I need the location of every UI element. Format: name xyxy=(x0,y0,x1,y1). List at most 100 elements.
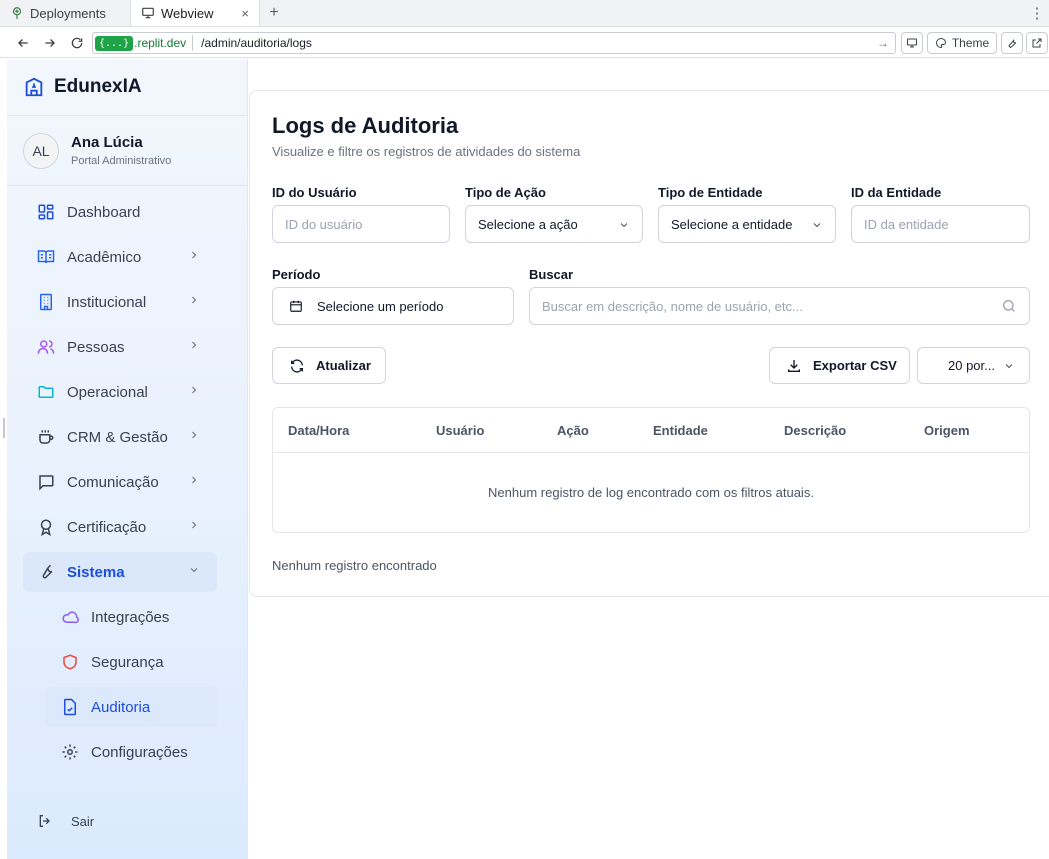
sidebar-item-label: Auditoria xyxy=(91,698,151,716)
external-link-icon xyxy=(1031,37,1043,49)
chevron-down-icon xyxy=(188,564,200,576)
export-csv-button[interactable]: Exportar CSV xyxy=(769,347,910,384)
devtools-button[interactable] xyxy=(901,32,923,54)
period-label: Período xyxy=(272,267,321,282)
action-type-value: Selecione a ação xyxy=(478,216,578,232)
chevron-down-icon xyxy=(1003,360,1015,372)
file-check-icon xyxy=(61,698,79,716)
reload-icon[interactable] xyxy=(63,28,90,58)
search-placeholder: Buscar em descrição, nome de usuário, et… xyxy=(542,298,803,314)
user-profile[interactable]: AL Ana Lúcia Portal Administrativo xyxy=(7,116,247,186)
sidebar-item-academico[interactable]: Acadêmico xyxy=(23,237,217,277)
back-icon[interactable] xyxy=(9,28,36,58)
user-id-label: ID do Usuário xyxy=(272,185,357,200)
column-header-action[interactable]: Ação xyxy=(557,423,589,438)
column-header-user[interactable]: Usuário xyxy=(436,423,484,438)
sidebar-item-certificacao[interactable]: Certificação xyxy=(23,507,217,547)
go-arrow-icon[interactable]: → xyxy=(877,36,889,50)
brand-name: EdunexIA xyxy=(54,76,142,97)
chevron-right-icon xyxy=(188,294,200,306)
theme-button[interactable]: Theme xyxy=(927,32,997,54)
wrench-button[interactable] xyxy=(1001,32,1023,54)
sidebar-item-crm-gestao[interactable]: CRM & Gestão xyxy=(23,417,217,457)
url-path: /admin/auditoria/logs xyxy=(201,36,312,50)
refresh-label: Atualizar xyxy=(316,358,371,373)
sidebar-item-operacional[interactable]: Operacional xyxy=(23,372,217,412)
column-header-origin[interactable]: Origem xyxy=(924,423,970,438)
chevron-down-icon xyxy=(811,219,823,231)
period-value: Selecione um período xyxy=(317,298,444,314)
tab-deployments[interactable]: Deployments xyxy=(0,0,130,26)
entity-type-select[interactable]: Selecione a entidade xyxy=(658,205,836,243)
search-icon xyxy=(1001,298,1017,314)
logout-label: Sair xyxy=(71,813,95,829)
palette-icon xyxy=(935,37,947,49)
sidebar-item-label: Dashboard xyxy=(67,203,141,221)
monitor-icon xyxy=(906,37,918,49)
sidebar-subitem-auditoria[interactable]: Auditoria xyxy=(45,687,217,727)
sidebar-subitem-seguranca[interactable]: Segurança xyxy=(45,642,217,682)
url-badge: {...} xyxy=(95,35,134,51)
book-icon xyxy=(37,248,55,266)
chevron-right-icon xyxy=(188,474,200,486)
award-icon xyxy=(37,518,55,536)
tab-webview[interactable]: Webview × xyxy=(130,0,260,26)
column-header-entity[interactable]: Entidade xyxy=(653,423,708,438)
chevron-right-icon xyxy=(188,339,200,351)
close-tab-icon[interactable]: × xyxy=(241,6,249,21)
chevron-right-icon xyxy=(188,249,200,261)
monitor-icon xyxy=(141,6,155,20)
browser-menu-icon[interactable]: ⋮ xyxy=(1025,0,1049,26)
resize-handle[interactable] xyxy=(3,418,5,438)
forward-icon[interactable] xyxy=(36,28,63,58)
column-header-description[interactable]: Descrição xyxy=(784,423,846,438)
table-header: Data/Hora Usuário Ação Entidade Descriçã… xyxy=(273,408,1029,453)
chevron-right-icon xyxy=(188,519,200,531)
url-field[interactable]: {...} .replit.dev /admin/auditoria/logs … xyxy=(92,32,896,54)
refresh-icon xyxy=(289,358,305,374)
page-subtitle: Visualize e filtre os registros de ativi… xyxy=(272,144,581,159)
sidebar-item-sistema[interactable]: Sistema xyxy=(23,552,217,592)
wrench-icon xyxy=(37,563,55,581)
action-type-select[interactable]: Selecione a ação xyxy=(465,205,643,243)
sidebar-item-dashboard[interactable]: Dashboard xyxy=(23,192,217,232)
user-id-placeholder: ID do usuário xyxy=(285,216,363,232)
browser-tab-bar: Deployments Webview × + ⋮ xyxy=(0,0,1049,27)
sidebar-item-comunicacao[interactable]: Comunicação xyxy=(23,462,217,502)
sidebar-item-label: Segurança xyxy=(91,653,164,671)
user-id-input[interactable]: ID do usuário xyxy=(272,205,450,243)
dashboard-icon xyxy=(37,203,55,221)
sidebar-subitem-integracoes[interactable]: Integrações xyxy=(45,597,217,637)
sidebar-item-label: Sistema xyxy=(67,563,125,581)
new-tab-button[interactable]: + xyxy=(260,0,288,26)
sidebar-subitem-configuracoes[interactable]: Configurações xyxy=(45,732,217,772)
brand: EdunexIA xyxy=(7,59,247,116)
entity-id-input[interactable]: ID da entidade xyxy=(851,205,1030,243)
period-picker[interactable]: Selecione um período xyxy=(272,287,514,325)
sidebar-item-institucional[interactable]: Institucional xyxy=(23,282,217,322)
wrench-icon xyxy=(1006,37,1018,49)
search-input[interactable]: Buscar em descrição, nome de usuário, et… xyxy=(529,287,1030,325)
sidebar-item-label: Operacional xyxy=(67,383,148,401)
logout-button[interactable]: Sair xyxy=(37,813,94,829)
deployments-icon xyxy=(10,6,24,20)
refresh-button[interactable]: Atualizar xyxy=(272,347,386,384)
entity-id-label: ID da Entidade xyxy=(851,185,942,200)
chevron-down-icon xyxy=(618,219,630,231)
sidebar-item-label: Certificação xyxy=(67,518,147,536)
page-size-select[interactable]: 20 por... xyxy=(917,347,1030,384)
audit-logs-table: Data/Hora Usuário Ação Entidade Descriçã… xyxy=(272,407,1030,533)
sidebar-item-pessoas[interactable]: Pessoas xyxy=(23,327,217,367)
column-header-datetime[interactable]: Data/Hora xyxy=(288,423,349,438)
message-icon xyxy=(37,473,55,491)
open-external-button[interactable] xyxy=(1026,32,1048,54)
sidebar-item-label: Institucional xyxy=(67,293,147,311)
coffee-icon xyxy=(37,428,55,446)
building-icon xyxy=(37,293,55,311)
logout-icon xyxy=(37,813,53,829)
cloud-icon xyxy=(61,608,79,626)
theme-label: Theme xyxy=(951,36,990,50)
audit-logs-card: Logs de Auditoria Visualize e filtre os … xyxy=(249,90,1049,597)
export-csv-label: Exportar CSV xyxy=(813,358,897,373)
shield-icon xyxy=(61,653,79,671)
